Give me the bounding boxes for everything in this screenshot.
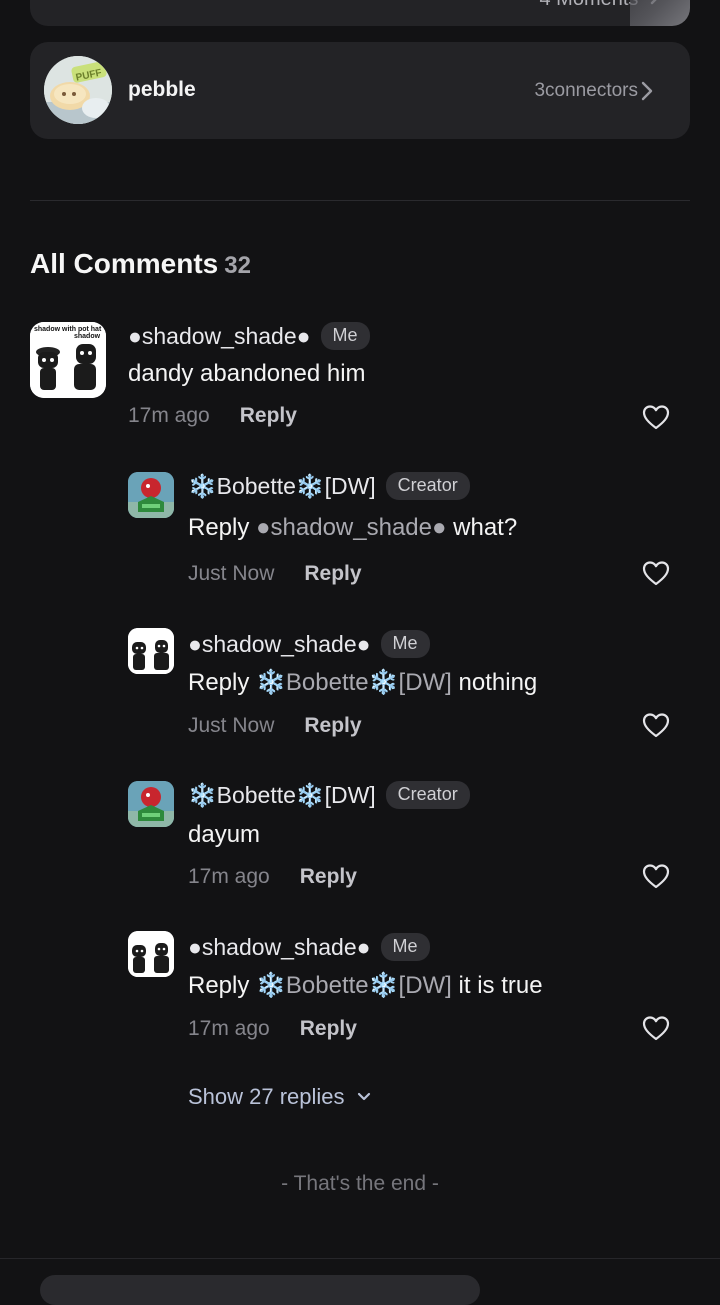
reply-meta: Just Now Reply <box>188 714 362 738</box>
user-avatar[interactable] <box>128 781 174 827</box>
reply-button[interactable]: Reply <box>304 562 361 586</box>
reply-username[interactable]: ❄️Bobette❄️[DW] <box>188 782 376 809</box>
reply-body: it is true <box>458 972 543 999</box>
pebble-avatar-image: PUFF <box>44 56 112 124</box>
reply-time: 17m ago <box>188 865 270 888</box>
reply-username[interactable]: ●shadow_shade● <box>188 631 371 658</box>
avatar-caption-left: shadow with pot hat <box>34 326 102 333</box>
heart-outline-icon[interactable] <box>642 712 670 738</box>
reply-body: what? <box>453 514 518 541</box>
shadow-avatar-image <box>128 931 174 977</box>
comment-meta: 17m ago Reply <box>128 404 297 428</box>
chevron-right-icon[interactable] <box>640 80 654 102</box>
moments-thumbnail <box>630 0 690 26</box>
show-replies-label: Show 27 replies <box>188 1084 345 1109</box>
reply-text: dayum <box>188 821 260 849</box>
reply-time: Just Now <box>188 714 275 737</box>
comment-header: ●shadow_shade● Me <box>128 322 370 350</box>
shadow-avatar-image <box>128 628 174 674</box>
reply-header: ●shadow_shade● Me <box>188 630 430 658</box>
reply-meta: Just Now Reply <box>188 562 362 586</box>
bottom-bar <box>0 1258 720 1305</box>
me-badge: Me <box>380 933 430 961</box>
reply-header: ●shadow_shade● Me <box>188 933 430 961</box>
creator-badge: Creator <box>385 781 470 809</box>
reply-header: ❄️Bobette❄️[DW] Creator <box>188 472 470 500</box>
heart-outline-icon[interactable] <box>642 1015 670 1041</box>
pebble-avatar: PUFF <box>44 56 112 124</box>
bobette-avatar-image <box>128 472 174 518</box>
user-avatar[interactable]: shadow with pot hat shadow <box>30 322 106 398</box>
comment-text: dandy abandoned him <box>128 360 366 388</box>
creator-badge: Creator <box>385 472 470 500</box>
comment-username[interactable]: ●shadow_shade● <box>128 323 311 350</box>
bobette-avatar-image <box>128 781 174 827</box>
reply-button[interactable]: Reply <box>300 865 357 889</box>
comments-header: All Comments 32 <box>30 248 251 280</box>
moments-label: 4 Moments <box>540 0 639 10</box>
moments-card[interactable]: 4 Moments <box>30 0 690 26</box>
reply-time: 17m ago <box>188 1017 270 1040</box>
comments-title: All Comments <box>30 248 219 279</box>
reply-button[interactable]: Reply <box>240 404 297 428</box>
comment-input[interactable] <box>40 1275 480 1305</box>
pebble-name[interactable]: pebble <box>128 78 196 102</box>
heart-outline-icon[interactable] <box>642 560 670 586</box>
reply-text: Reply ●shadow_shade● what? <box>188 514 517 542</box>
reply-mention[interactable]: ❄️Bobette❄️[DW] <box>256 972 452 999</box>
heart-outline-icon[interactable] <box>642 863 670 889</box>
heart-outline-icon[interactable] <box>642 404 670 430</box>
reply-prefix: Reply <box>188 514 250 541</box>
pebble-card[interactable]: PUFF pebble 3connectors <box>30 42 690 139</box>
reply-meta: 17m ago Reply <box>188 1017 357 1041</box>
reply-button[interactable]: Reply <box>300 1017 357 1041</box>
chevron-down-icon <box>357 1092 370 1101</box>
reply-mention[interactable]: ❄️Bobette❄️[DW] <box>256 669 452 696</box>
comments-count: 32 <box>224 252 251 279</box>
shadow-avatar-image: shadow with pot hat shadow <box>30 322 106 398</box>
me-badge: Me <box>380 630 430 658</box>
reply-time: Just Now <box>188 562 275 585</box>
user-avatar[interactable] <box>128 931 174 977</box>
show-replies-button[interactable]: Show 27 replies <box>188 1084 371 1110</box>
avatar-caption-right: shadow <box>74 333 101 340</box>
reply-prefix: Reply <box>188 972 250 999</box>
reply-button[interactable]: Reply <box>304 714 361 738</box>
end-of-list-text: - That's the end - <box>281 1172 439 1195</box>
pebble-connectors[interactable]: 3connectors <box>534 80 638 102</box>
reply-username[interactable]: ❄️Bobette❄️[DW] <box>188 473 376 500</box>
user-avatar[interactable] <box>128 628 174 674</box>
comment-time: 17m ago <box>128 404 210 427</box>
reply-header: ❄️Bobette❄️[DW] Creator <box>188 781 470 809</box>
user-avatar[interactable] <box>128 472 174 518</box>
comment-body: dandy abandoned him <box>128 360 366 387</box>
reply-meta: 17m ago Reply <box>188 865 357 889</box>
reply-prefix: Reply <box>188 669 250 696</box>
reply-text: Reply ❄️Bobette❄️[DW] it is true <box>188 971 543 1000</box>
reply-body: nothing <box>458 669 538 696</box>
section-divider <box>30 200 690 201</box>
reply-username[interactable]: ●shadow_shade● <box>188 934 371 961</box>
me-badge: Me <box>320 322 370 350</box>
reply-mention[interactable]: ●shadow_shade● <box>256 514 446 541</box>
reply-body: dayum <box>188 821 261 848</box>
reply-text: Reply ❄️Bobette❄️[DW] nothing <box>188 668 537 697</box>
